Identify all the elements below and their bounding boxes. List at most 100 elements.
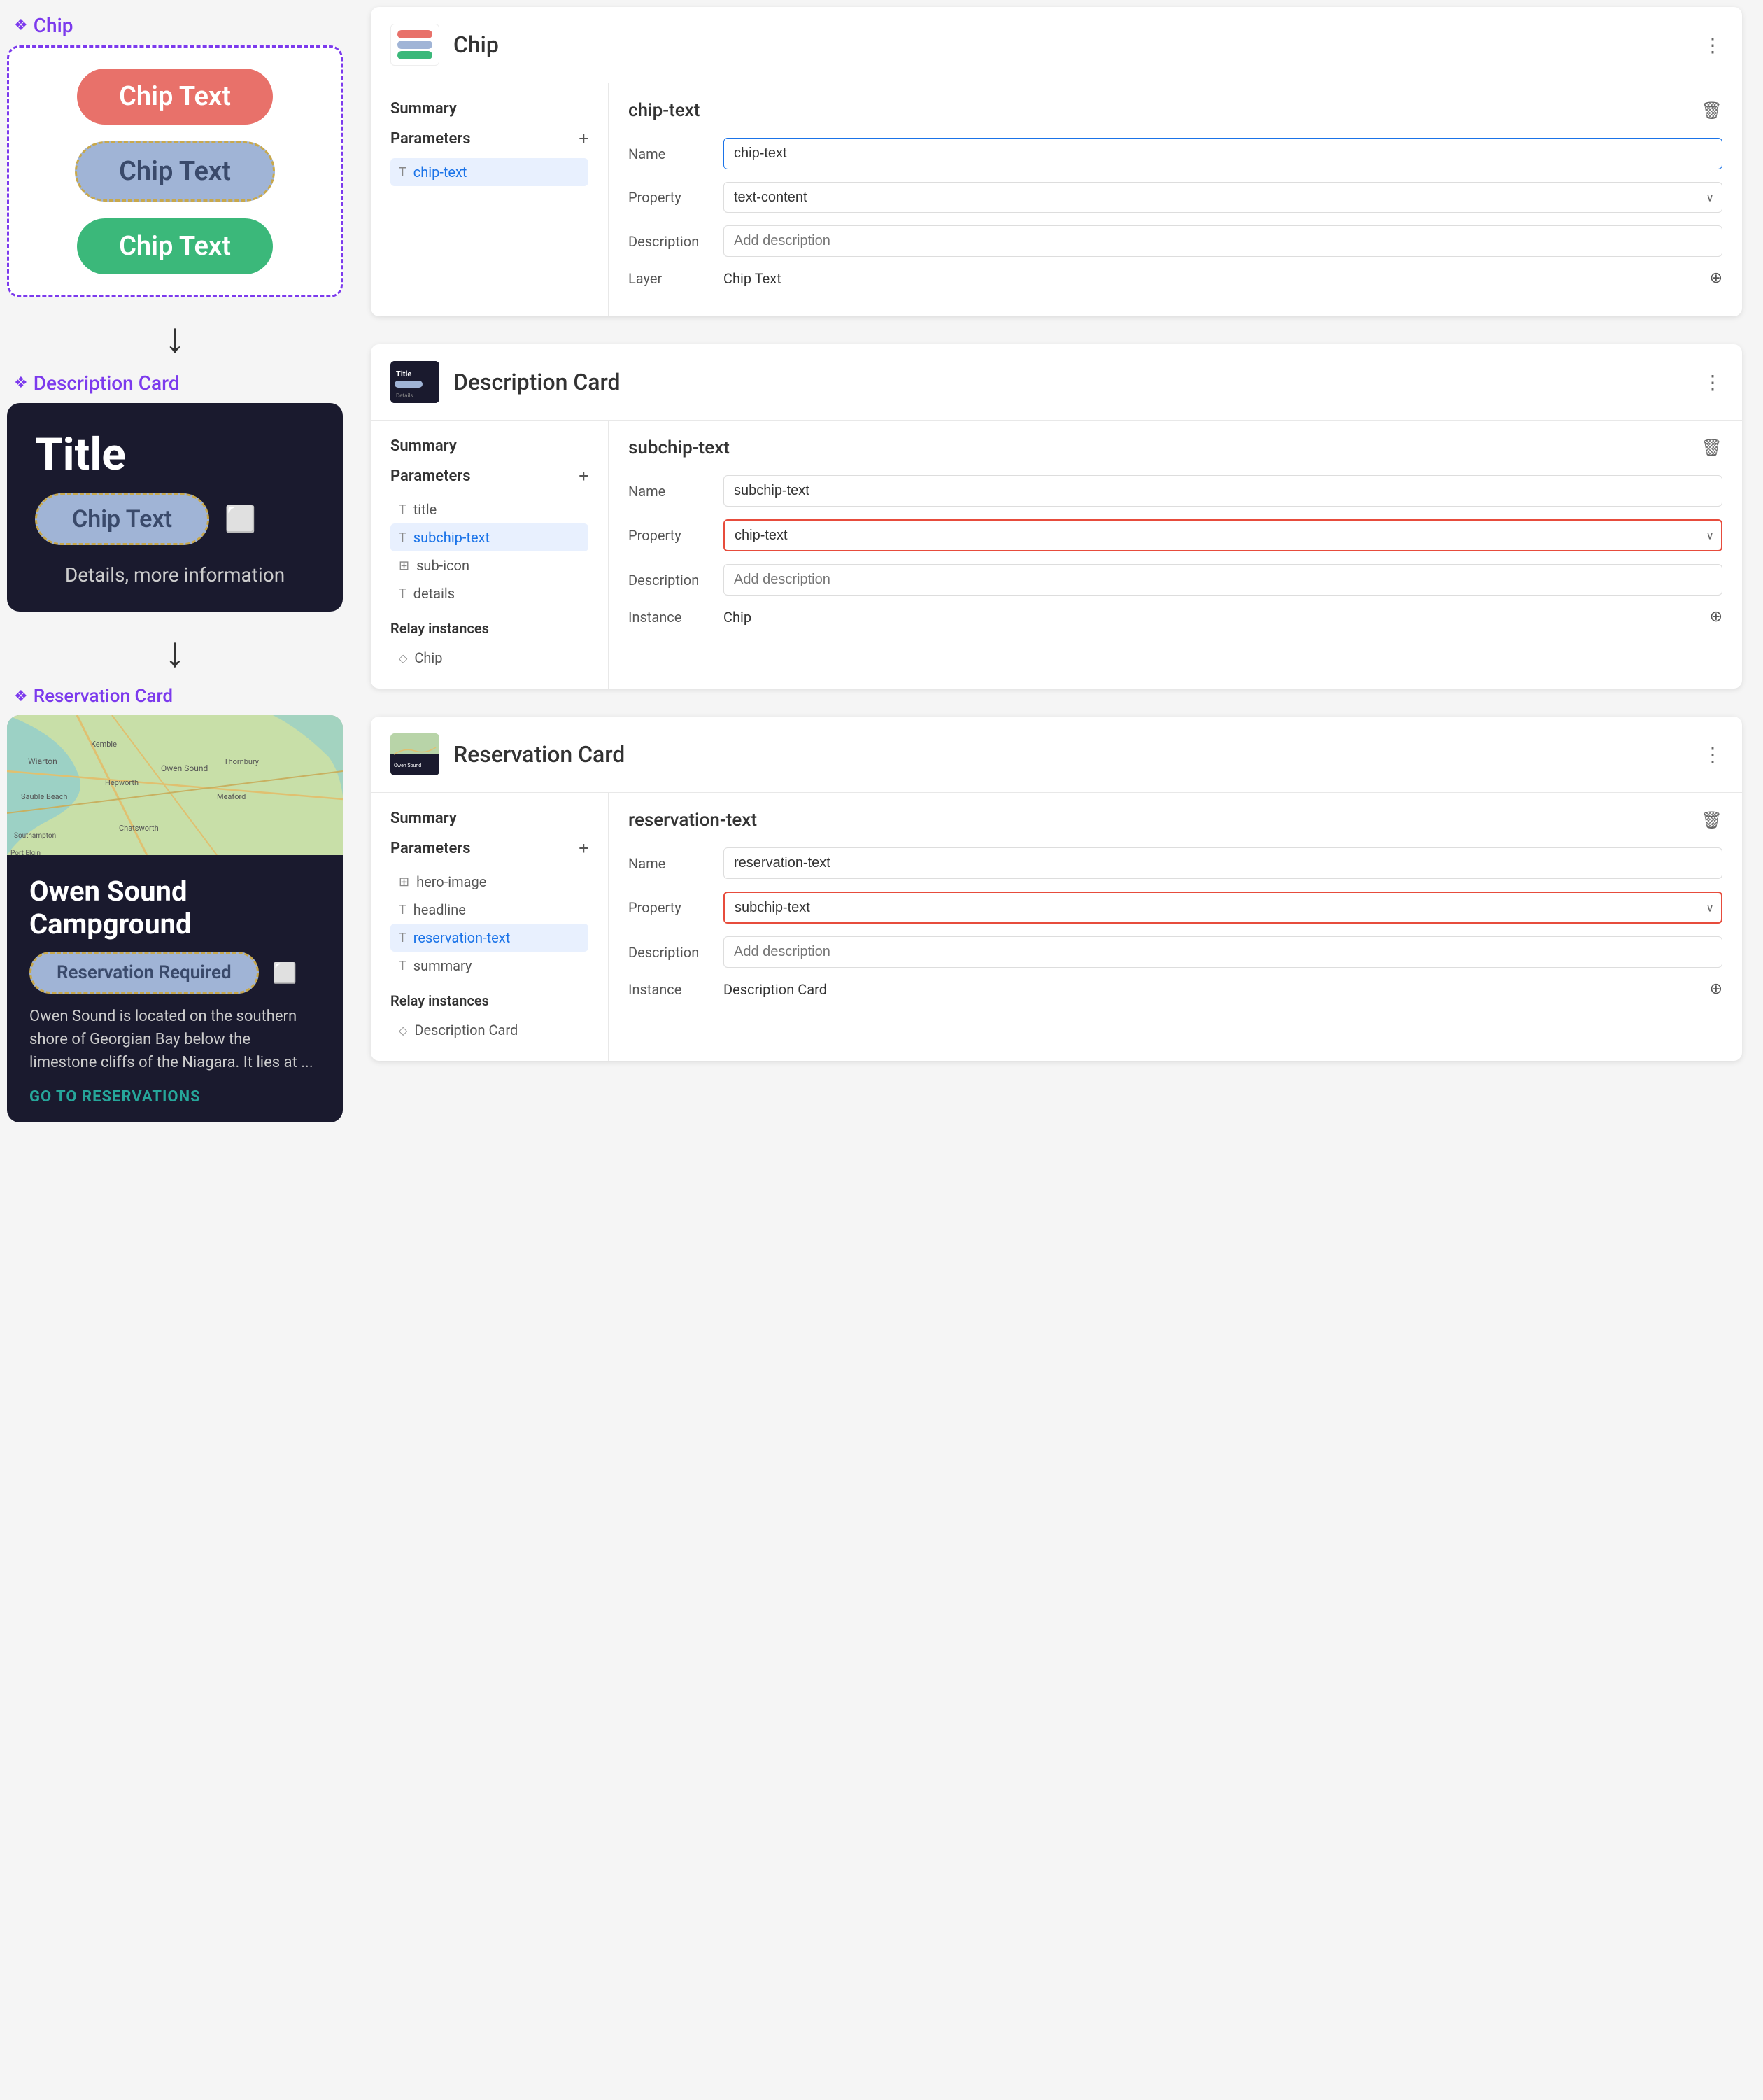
- desc-param-subchip-text[interactable]: T subchip-text: [390, 523, 588, 551]
- desc-param-title[interactable]: T title: [390, 495, 588, 523]
- chip-detail-header: chip-text 🗑: [628, 100, 1722, 121]
- desc-chip-row: Chip Text ⬜: [35, 493, 315, 545]
- arrow-down-1: ↓: [164, 317, 185, 359]
- svg-text:Chatsworth: Chatsworth: [119, 824, 159, 833]
- res-card-menu[interactable]: ⋮: [1703, 743, 1722, 766]
- chip-property-select[interactable]: text-content: [723, 182, 1722, 213]
- res-param-summary[interactable]: T summary: [390, 952, 588, 980]
- desc-add-param[interactable]: +: [579, 466, 588, 486]
- res-title-label: Reservation Card: [34, 686, 173, 707]
- res-name-label: Name: [628, 855, 712, 872]
- res-card-content: Owen Sound Campground Reservation Requir…: [7, 855, 343, 1122]
- desc-detail-title: subchip-text: [628, 437, 730, 458]
- svg-text:Title: Title: [396, 369, 411, 379]
- desc-card-body: Summary Parameters + T title T subchip-t…: [371, 421, 1742, 689]
- desc-card-menu[interactable]: ⋮: [1703, 371, 1722, 394]
- res-param-summary-label: summary: [413, 957, 472, 974]
- desc-right-col: subchip-text 🗑 Name Property chip-text ∨: [609, 421, 1742, 689]
- svg-text:Port Elgin: Port Elgin: [10, 850, 41, 855]
- res-params-header: Parameters +: [390, 838, 588, 858]
- res-param-headline[interactable]: T headline: [390, 896, 588, 924]
- desc-left-col: Summary Parameters + T title T subchip-t…: [371, 421, 609, 689]
- chip-right-card: Chip ⋮ Summary Parameters + T chip-text …: [371, 7, 1742, 316]
- res-thumb-svg: Owen Sound: [390, 733, 439, 775]
- chip-right-col: chip-text 🗑 Name Property text-content ∨: [609, 83, 1742, 316]
- res-summary: Owen Sound is located on the southern sh…: [29, 1005, 320, 1074]
- map-area: Wiarton Kemble Sauble Beach Hepworth Owe…: [7, 715, 343, 855]
- res-param-reservation-text[interactable]: T reservation-text: [390, 924, 588, 952]
- res-property-wrapper: subchip-text ∨: [723, 892, 1722, 924]
- desc-desc-label: Description: [628, 572, 712, 589]
- res-param-hero-label: hero-image: [416, 873, 486, 890]
- chip-name-input[interactable]: [723, 138, 1722, 169]
- res-desc-row: Description: [628, 936, 1722, 968]
- desc-instance-row: Instance Chip ⊕: [628, 608, 1722, 626]
- reservation-card-box: Wiarton Kemble Sauble Beach Hepworth Owe…: [7, 715, 343, 1122]
- chip-thumb: [390, 24, 439, 66]
- chip-card-body: Summary Parameters + T chip-text chip-te…: [371, 83, 1742, 316]
- desc-trash-icon[interactable]: 🗑: [1701, 438, 1722, 458]
- res-relay-label: Relay instances: [390, 992, 588, 1009]
- chip-desc-row: Description: [628, 225, 1722, 257]
- res-target-icon[interactable]: ⊕: [1710, 980, 1722, 998]
- res-cta[interactable]: GO TO RESERVATIONS: [29, 1088, 320, 1106]
- chip-card-menu[interactable]: ⋮: [1703, 34, 1722, 57]
- desc-param-details-label: details: [413, 585, 455, 602]
- chip-layer-value: Chip Text ⊕: [723, 269, 1722, 287]
- desc-instance-text: Chip: [723, 609, 751, 626]
- chip-left-col: Summary Parameters + T chip-text: [371, 83, 609, 316]
- chip-box: Chip Text Chip Text Chip Text: [7, 45, 343, 297]
- desc-param-details[interactable]: T details: [390, 579, 588, 607]
- desc-relay-chip[interactable]: ◇ Chip: [390, 644, 588, 672]
- chip-property-wrapper: text-content ∨: [723, 182, 1722, 213]
- desc-params-label: Parameters: [390, 467, 471, 485]
- chip-desc-input[interactable]: [723, 225, 1722, 257]
- res-name-input[interactable]: [723, 847, 1722, 879]
- res-left-col: Summary Parameters + ⊞ hero-image T head…: [371, 793, 609, 1061]
- res-property-select[interactable]: subchip-text: [723, 892, 1722, 924]
- desc-desc-row: Description: [628, 564, 1722, 596]
- bookmark-icon: ⬜: [225, 505, 256, 534]
- chip-add-param[interactable]: +: [579, 129, 588, 148]
- chip-section-title: ❖ Chip: [14, 14, 73, 37]
- res-add-param[interactable]: +: [579, 838, 588, 858]
- desc-property-select[interactable]: chip-text: [723, 519, 1722, 551]
- res-instance-value: Description Card ⊕: [723, 980, 1722, 998]
- desc-relay-section: Relay instances ◇ Chip: [390, 620, 588, 672]
- chip-section: ❖ Chip Chip Text Chip Text Chip Text: [14, 14, 336, 297]
- desc-param-sub-icon[interactable]: ⊞ sub-icon: [390, 551, 588, 579]
- chip-name-label: Name: [628, 146, 712, 162]
- desc-target-icon[interactable]: ⊕: [1710, 608, 1722, 626]
- desc-desc-input[interactable]: [723, 564, 1722, 596]
- chip-param-chip-text[interactable]: T chip-text: [390, 158, 588, 186]
- desc-param-subchip-label: subchip-text: [413, 529, 490, 546]
- chip-target-icon[interactable]: ⊕: [1710, 269, 1722, 287]
- desc-relay-name: Chip: [414, 649, 442, 666]
- desc-diamond-icon: ❖: [14, 374, 28, 392]
- left-panel: ❖ Chip Chip Text Chip Text Chip Text ↓ ❖…: [0, 0, 350, 2100]
- desc-card-header: Title Details... Description Card ⋮: [371, 344, 1742, 421]
- res-headline: Owen Sound Campground: [29, 875, 320, 940]
- chip-title-label: Chip: [34, 14, 73, 37]
- chip-layer-text: Chip Text: [723, 270, 781, 287]
- desc-instance-value: Chip ⊕: [723, 608, 1722, 626]
- res-right-card: Owen Sound Reservation Card ⋮ Summary Pa…: [371, 717, 1742, 1061]
- res-desc-label: Description: [628, 944, 712, 961]
- res-property-label: Property: [628, 899, 712, 916]
- chip-desc-label: Description: [628, 233, 712, 250]
- res-relay-desc-card[interactable]: ◇ Description Card: [390, 1016, 588, 1044]
- res-trash-icon[interactable]: 🗑: [1701, 810, 1722, 830]
- desc-thumb: Title Details...: [390, 361, 439, 403]
- svg-text:Hepworth: Hepworth: [105, 778, 139, 787]
- desc-name-input[interactable]: [723, 475, 1722, 507]
- res-desc-input[interactable]: [723, 936, 1722, 968]
- res-params-label: Parameters: [390, 840, 471, 857]
- res-bookmark-icon: ⬜: [273, 961, 297, 985]
- chip-name-row: Name: [628, 138, 1722, 169]
- res-summary-label: Summary: [390, 810, 588, 827]
- chip-trash-icon[interactable]: 🗑: [1701, 101, 1722, 120]
- chip-card-header: Chip ⋮: [371, 7, 1742, 83]
- chip-property-label: Property: [628, 189, 712, 206]
- desc-thumb-svg: Title Details...: [390, 361, 439, 403]
- res-param-hero-image[interactable]: ⊞ hero-image: [390, 868, 588, 896]
